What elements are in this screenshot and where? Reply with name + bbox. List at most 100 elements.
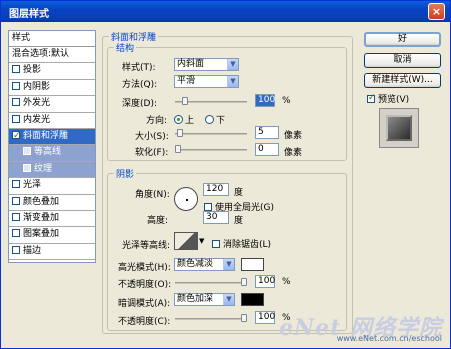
direction-up-label: 上 xyxy=(185,116,195,126)
checkbox-icon[interactable] xyxy=(12,180,20,189)
style-list-item-label: 纹理 xyxy=(34,163,53,174)
checkbox-icon[interactable] xyxy=(12,81,20,90)
highlight-color-swatch[interactable] xyxy=(241,258,264,271)
depth-unit: % xyxy=(282,96,291,106)
highlight-mode-label: 高光模式(H): xyxy=(118,263,171,273)
altitude-label: 高度: xyxy=(147,216,169,226)
watermark-url: www.eNet.com.cn/eschool xyxy=(336,334,442,343)
highlight-mode-value: 颜色减淡 xyxy=(177,259,214,269)
checkbox-icon[interactable] xyxy=(12,196,20,205)
style-list-item[interactable]: 外发光 xyxy=(9,96,95,113)
size-label: 大小(S): xyxy=(135,132,169,142)
style-list-item[interactable]: 纹理 xyxy=(9,161,95,179)
soften-unit: 像素 xyxy=(284,148,303,158)
checkbox-icon[interactable] xyxy=(12,212,20,221)
shadow-mode-label: 暗调模式(A): xyxy=(118,299,171,309)
close-button[interactable]: × xyxy=(428,3,445,20)
style-list-item[interactable]: 光泽 xyxy=(9,178,95,195)
shadow-mode-value: 颜色加深 xyxy=(177,294,214,304)
style-list-item[interactable]: 图案叠加 xyxy=(9,227,95,244)
new-style-button[interactable]: 新建样式(W)... xyxy=(364,73,441,88)
highlight-opacity-input[interactable]: 100 xyxy=(255,275,275,288)
highlight-mode-select[interactable]: 颜色减淡 ▼ xyxy=(174,258,235,271)
direction-down-radio[interactable]: 下 xyxy=(205,113,225,126)
highlight-opacity-thumb[interactable] xyxy=(241,278,247,286)
shading-legend: 阴影 xyxy=(116,170,135,180)
shadow-opacity-thumb[interactable] xyxy=(241,314,247,322)
direction-down-label: 下 xyxy=(216,116,226,126)
style-select-value: 内斜面 xyxy=(177,59,205,69)
shadow-mode-select[interactable]: 颜色加深 ▼ xyxy=(174,293,235,306)
preview-label: 预览(V) xyxy=(378,95,410,105)
angle-input[interactable]: 120 xyxy=(203,183,229,196)
angle-dial[interactable] xyxy=(174,187,198,211)
soften-slider-thumb[interactable] xyxy=(175,145,181,153)
cancel-button[interactable]: 取消 xyxy=(364,53,441,68)
style-list-item-label: 外发光 xyxy=(23,98,51,109)
shadow-opacity-track[interactable] xyxy=(175,318,247,320)
soften-slider-track[interactable] xyxy=(175,149,247,151)
checkbox-icon xyxy=(367,93,376,103)
highlight-opacity-track[interactable] xyxy=(175,282,247,284)
radio-icon xyxy=(174,115,183,124)
style-list-item-label: 等高线 xyxy=(34,147,62,158)
soften-label: 软化(F): xyxy=(135,148,169,158)
gloss-contour-picker[interactable] xyxy=(174,232,198,250)
depth-slider-thumb[interactable] xyxy=(181,97,188,105)
checkbox-icon[interactable] xyxy=(12,229,20,238)
ok-button[interactable]: 好 xyxy=(364,32,441,47)
style-list-item-label: 斜面和浮雕 xyxy=(23,130,69,141)
angle-unit: 度 xyxy=(234,188,244,198)
style-list-item[interactable]: 混合选项:默认 xyxy=(9,47,95,64)
contour-dropdown-icon[interactable]: ▼ xyxy=(199,237,204,245)
checkbox-icon[interactable] xyxy=(12,65,20,74)
style-list-item[interactable]: 描边 xyxy=(9,244,95,261)
soften-input[interactable]: 0 xyxy=(255,143,279,156)
checkbox-icon[interactable] xyxy=(12,129,21,144)
style-label: 样式(T): xyxy=(122,63,156,73)
direction-up-radio[interactable]: 上 xyxy=(174,113,194,126)
preview-square xyxy=(386,115,412,141)
technique-select-value: 平滑 xyxy=(177,76,196,86)
styles-header[interactable]: 样式 xyxy=(9,31,95,47)
chevron-down-icon: ▼ xyxy=(227,76,238,87)
checkbox-icon[interactable] xyxy=(12,114,20,123)
style-list-item[interactable]: 等高线 xyxy=(9,145,95,162)
layer-style-dialog: 图层样式 × 样式 混合选项:默认投影内阴影外发光内发光斜面和浮雕等高线纹理光泽… xyxy=(0,0,451,349)
chevron-down-icon: ▼ xyxy=(223,294,234,305)
watermark: eNet 网络学院 www.eNet.com.cn/eschool xyxy=(279,310,442,343)
shadow-color-swatch[interactable] xyxy=(241,293,264,306)
altitude-unit: 度 xyxy=(234,216,244,226)
style-list-item[interactable]: 渐变叠加 xyxy=(9,211,95,228)
direction-label: 方向: xyxy=(146,116,168,126)
highlight-opacity-label: 不透明度(O): xyxy=(118,280,172,290)
size-slider-thumb[interactable] xyxy=(176,129,183,137)
style-list-item[interactable]: 内阴影 xyxy=(9,80,95,97)
checkbox-icon[interactable] xyxy=(23,163,31,172)
style-list-item-label: 渐变叠加 xyxy=(23,212,60,223)
structure-legend: 结构 xyxy=(116,44,135,54)
shadow-opacity-input[interactable]: 100 xyxy=(255,311,275,324)
style-list-item[interactable]: 内发光 xyxy=(9,113,95,129)
style-list-item[interactable]: 投影 xyxy=(9,63,95,80)
technique-select[interactable]: 平滑 ▼ xyxy=(174,75,239,88)
dialog-title: 图层样式 xyxy=(9,9,49,20)
checkbox-icon[interactable] xyxy=(12,98,20,107)
depth-input[interactable]: 100 xyxy=(255,94,275,107)
style-list-item[interactable]: 颜色叠加 xyxy=(9,195,95,211)
size-slider-track[interactable] xyxy=(175,133,247,135)
preview-checkbox[interactable]: 预览(V) xyxy=(367,92,409,105)
checkbox-icon xyxy=(212,240,220,248)
checkbox-icon xyxy=(204,203,212,211)
checkbox-icon[interactable] xyxy=(23,147,31,156)
size-input[interactable]: 5 xyxy=(255,126,279,139)
altitude-input[interactable]: 30 xyxy=(203,211,229,224)
style-list-item-label: 描边 xyxy=(23,245,42,256)
style-list-item[interactable]: 斜面和浮雕 xyxy=(9,128,95,146)
title-bar[interactable]: 图层样式 × xyxy=(1,1,450,22)
style-select[interactable]: 内斜面 ▼ xyxy=(174,58,239,71)
antialias-checkbox[interactable]: 消除锯齿(L) xyxy=(212,237,271,250)
checkbox-icon[interactable] xyxy=(12,245,20,254)
chevron-down-icon: ▼ xyxy=(227,59,238,70)
angle-label: 角度(N): xyxy=(135,190,170,200)
